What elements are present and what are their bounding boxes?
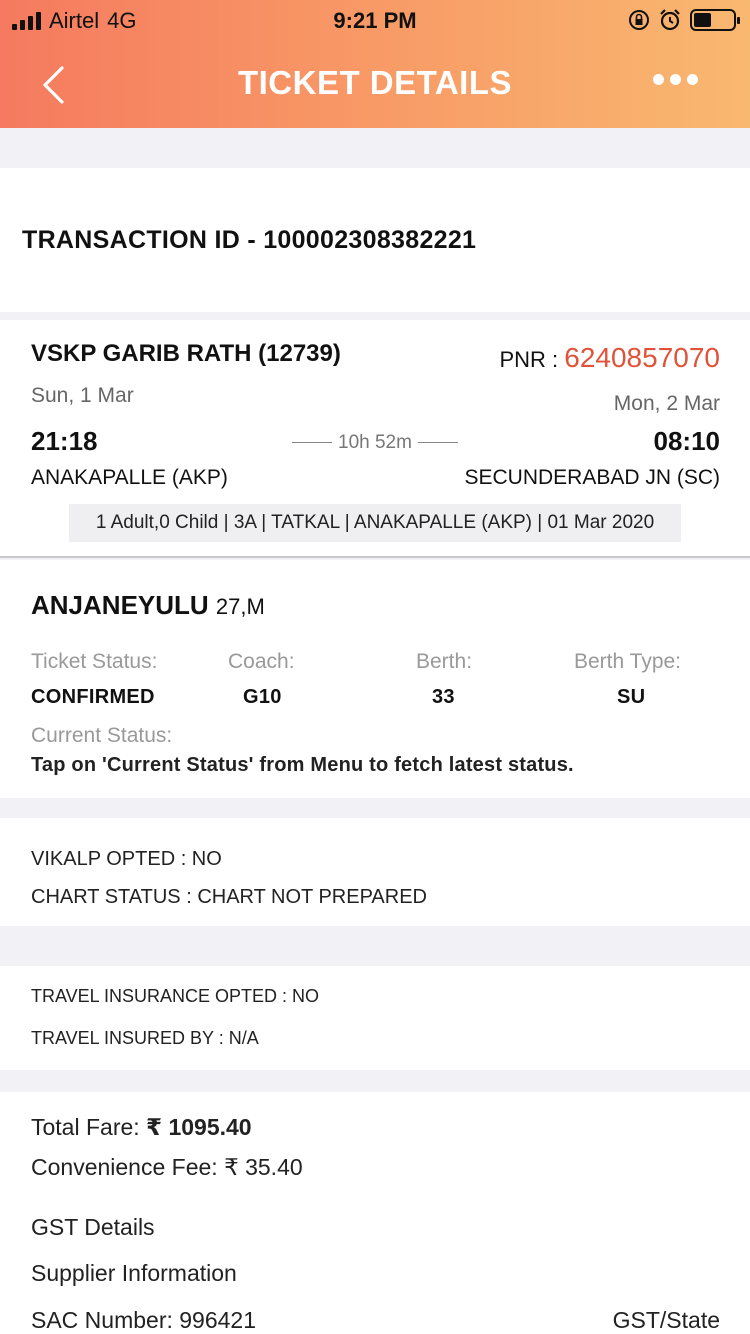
berth-type-label: Berth Type: [574,650,682,673]
pnr-value: 6240857070 [564,342,720,373]
booking-options-card: VIKALP OPTED : NO CHART STATUS : CHART N… [0,818,750,926]
duration-text: 10h 52m [338,432,412,453]
departure-date: Sun, 1 Mar [31,384,134,407]
journey-info: 1 Adult,0 Child | 3A | TATKAL | ANAKAPAL… [69,504,681,542]
app-header: Airtel 4G 9:21 PM TICKET DETAILS [0,0,750,128]
dot-icon [687,74,698,85]
alarm-icon [660,9,680,31]
arrival-station: SECUNDERABAD JN (SC) [464,466,720,489]
duration-line-right [417,442,458,444]
total-fare-line: Total Fare: ₹ 1095.40 [31,1114,252,1141]
passenger-card: ANJANEYULU 27,M Ticket Status: Coach: Be… [0,560,750,798]
berth-type-value: SU [617,686,646,708]
gst-details-link[interactable]: GST Details [31,1214,155,1241]
departure-station: ANAKAPALLE (AKP) [31,466,228,489]
convenience-fee-label: Convenience Fee: [31,1154,225,1180]
page-title: TICKET DETAILS [237,64,513,101]
insured-by: TRAVEL INSURED BY : N/A [31,1028,259,1048]
train-card: VSKP GARIB RATH (12739) PNR : 6240857070… [0,320,750,558]
duration-line-left [292,442,333,444]
transaction-id: TRANSACTION ID - 100002308382221 [22,226,477,254]
total-fare-value: ₹ 1095.40 [146,1114,252,1140]
insurance-opted: TRAVEL INSURANCE OPTED : NO [31,986,320,1006]
train-name: VSKP GARIB RATH (12739) [31,340,341,367]
battery-icon [690,9,740,31]
dot-icon [653,74,664,85]
transaction-card: TRANSACTION ID - 100002308382221 [0,168,750,312]
berth-label: Berth: [416,650,473,673]
passenger-age-gender: 27,M [215,594,265,619]
arrival-time: 08:10 [653,426,721,456]
chart-status: CHART STATUS : CHART NOT PREPARED [31,886,427,908]
pnr-label: PNR : [499,347,565,372]
pnr: PNR : 6240857070 [499,342,720,374]
more-options-button[interactable] [653,74,698,85]
battery-fill [694,13,711,27]
passenger-name: ANJANEYULU [31,590,209,620]
convenience-fee-line: Convenience Fee: ₹ 35.40 [31,1154,303,1181]
current-status-label: Current Status: [31,724,173,747]
status-bar: Airtel 4G 9:21 PM [0,0,750,40]
ticket-status-label: Ticket Status: [31,650,158,673]
dot-icon [670,74,681,85]
passenger-name-line: ANJANEYULU 27,M [31,590,265,621]
gst-state: GST/State [612,1307,720,1333]
sac-number: SAC Number: 996421 [31,1307,257,1333]
total-fare-label: Total Fare: [31,1114,147,1140]
journey-duration: 10h 52m [0,432,750,454]
rotation-lock-icon [629,10,649,30]
insurance-card: TRAVEL INSURANCE OPTED : NO TRAVEL INSUR… [0,966,750,1070]
convenience-fee-value: ₹ 35.40 [224,1154,303,1180]
arrival-date: Mon, 2 Mar [613,392,720,415]
berth-value: 33 [432,686,455,708]
supplier-information-link[interactable]: Supplier Information [31,1260,237,1287]
ticket-status-value: CONFIRMED [31,686,155,708]
vikalp-status: VIKALP OPTED : NO [31,848,222,870]
coach-label: Coach: [228,650,295,673]
status-bar-right [628,8,740,32]
current-status-message: Tap on 'Current Status' from Menu to fet… [31,754,574,776]
coach-value: G10 [243,686,282,708]
fare-card: Total Fare: ₹ 1095.40 Convenience Fee: ₹… [0,1092,750,1334]
